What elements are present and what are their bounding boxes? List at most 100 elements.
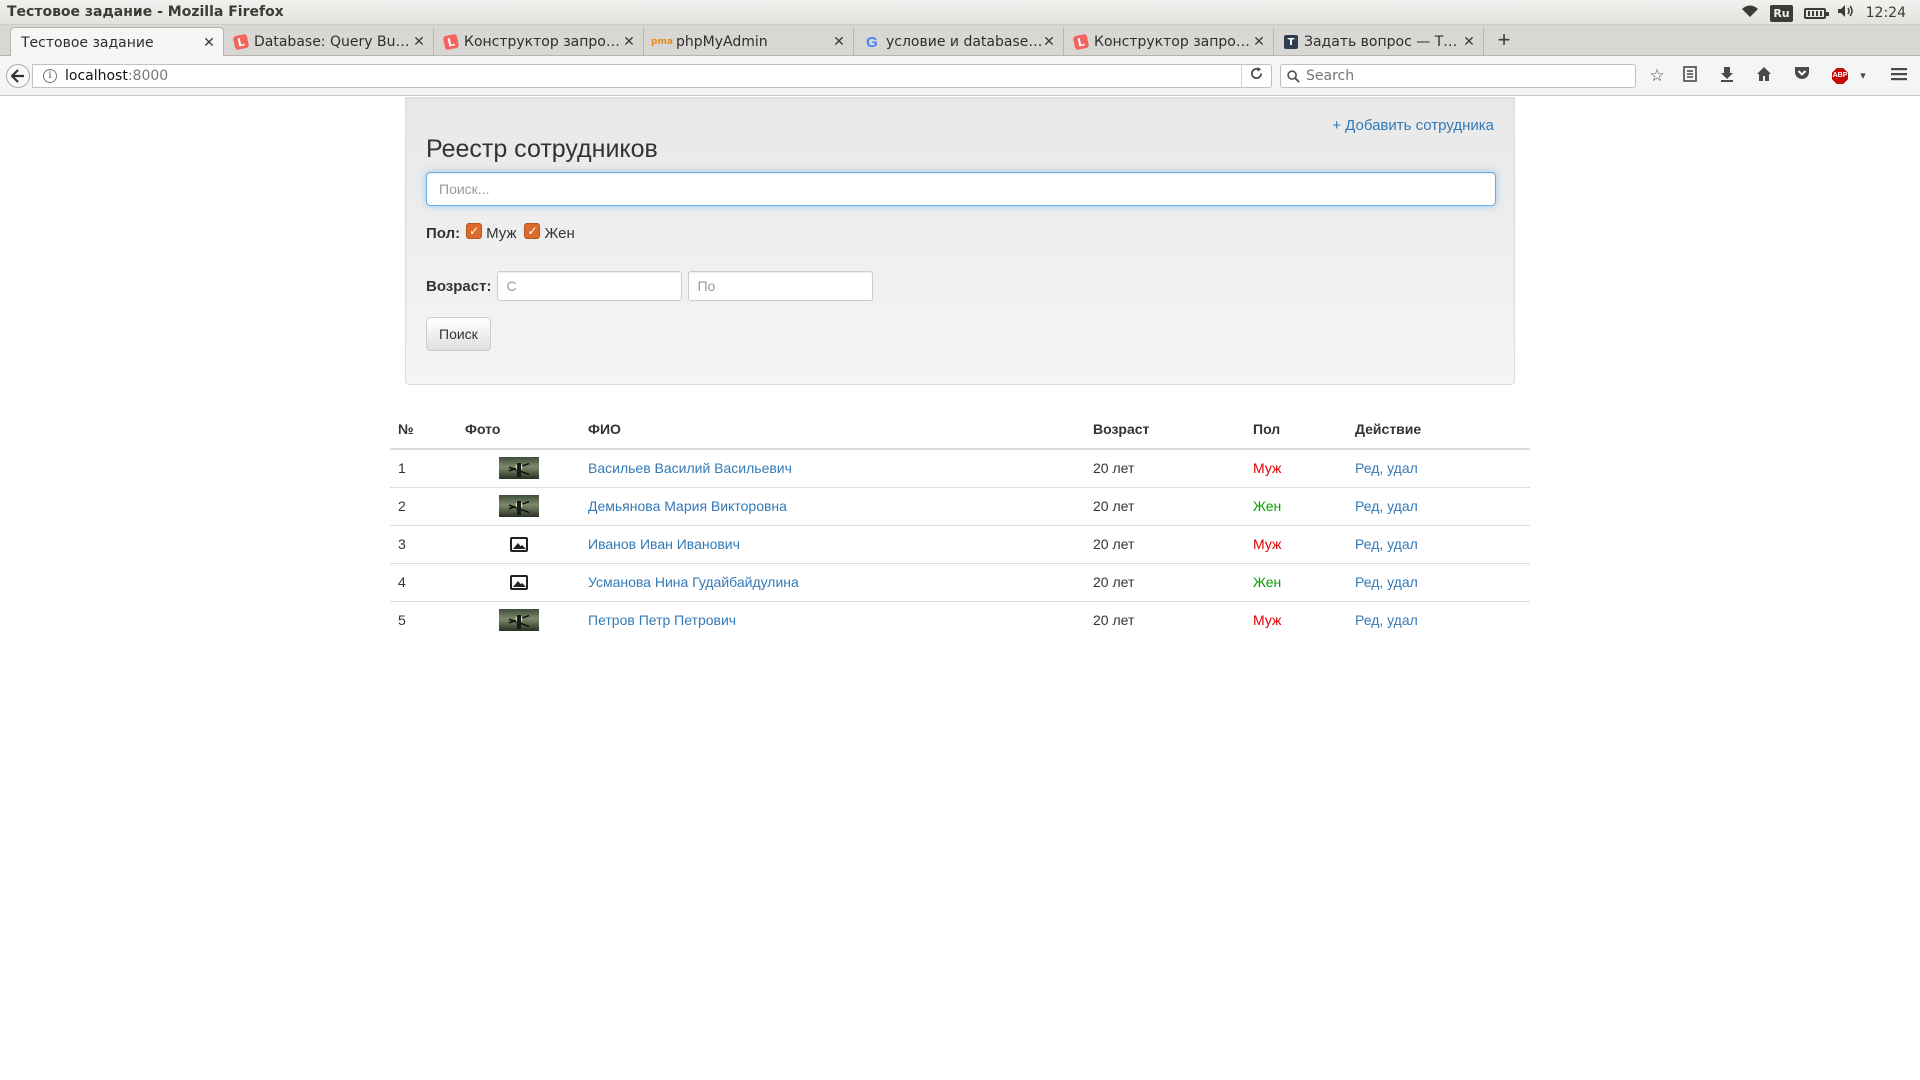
tab-label: Конструктор запро… — [464, 34, 620, 50]
gender-label: Пол: — [426, 225, 461, 242]
employee-sex: Жен — [1245, 562, 1347, 601]
edit-delete-link[interactable]: Ред, удал — [1355, 574, 1418, 590]
bookmark-star-icon[interactable]: ☆ — [1646, 66, 1668, 86]
back-button[interactable] — [6, 64, 30, 88]
close-tab-icon[interactable]: ✕ — [201, 35, 217, 51]
edit-delete-link[interactable]: Ред, удал — [1355, 498, 1418, 514]
adblock-plus-icon[interactable]: ABP — [1832, 68, 1848, 84]
tab-3[interactable]: pma phpMyAdmin ✕ — [644, 28, 854, 56]
page-content: + Добавить сотрудника Реестр сотрудников… — [0, 97, 1920, 1080]
new-tab-button[interactable]: + — [1492, 29, 1516, 53]
phpmyadmin-icon: pma — [651, 37, 673, 47]
edit-delete-link[interactable]: Ред, удал — [1355, 536, 1418, 552]
age-filter: Возраст: — [426, 271, 879, 301]
employee-name-link[interactable]: Петров Петр Петрович — [588, 612, 736, 628]
employee-age: 20 лет — [1085, 562, 1245, 601]
close-tab-icon[interactable]: ✕ — [1041, 34, 1057, 50]
employee-age: 20 лет — [1085, 486, 1245, 525]
web-search-bar[interactable]: Search — [1280, 64, 1636, 88]
url-bar[interactable]: i localhost:8000 — [32, 64, 1272, 88]
edit-delete-link[interactable]: Ред, удал — [1355, 460, 1418, 476]
google-icon: G — [866, 33, 878, 51]
chevron-down-icon[interactable]: ▾ — [1852, 66, 1874, 86]
tab-2[interactable]: L Конструктор запро… ✕ — [434, 28, 644, 56]
info-icon[interactable]: i — [43, 69, 57, 83]
table-row: 5 Петров Петр Петрович 20 лет Муж Ред, у… — [390, 600, 1530, 639]
tab-1[interactable]: L Database: Query Bu… ✕ — [224, 28, 434, 56]
download-icon[interactable] — [1716, 66, 1738, 86]
employee-sex: Муж — [1245, 524, 1347, 563]
employee-name-link[interactable]: Усманова Нина Гудайбайдулина — [588, 574, 799, 590]
employee-sex: Муж — [1253, 460, 1282, 477]
page-title: Реестр сотрудников — [426, 135, 658, 163]
reload-icon — [1251, 67, 1262, 79]
url-port: :8000 — [127, 68, 169, 84]
volume-icon[interactable] — [1837, 4, 1855, 22]
close-tab-icon[interactable]: ✕ — [1461, 34, 1477, 50]
home-icon[interactable] — [1753, 66, 1775, 86]
header-name: ФИО — [580, 409, 1085, 450]
laravel-icon: L — [442, 33, 460, 51]
hamburger-menu-icon[interactable] — [1888, 66, 1910, 86]
battery-icon[interactable] — [1803, 7, 1829, 19]
employee-sex: Жен — [1245, 486, 1347, 525]
image-placeholder-icon[interactable] — [509, 537, 528, 553]
female-checkbox-label[interactable]: Жен — [544, 225, 574, 242]
tab-4[interactable]: G условие и database… ✕ — [854, 28, 1064, 56]
pocket-icon[interactable] — [1791, 66, 1813, 86]
close-tab-icon[interactable]: ✕ — [831, 34, 847, 50]
system-tray: Ru 12:24 — [1741, 2, 1906, 24]
row-number: 2 — [390, 486, 457, 525]
female-checkbox[interactable]: ✓ — [524, 222, 541, 239]
photo-cell — [457, 449, 580, 487]
image-placeholder-icon[interactable] — [509, 575, 528, 591]
employee-photo[interactable] — [498, 609, 539, 632]
tab-5[interactable]: L Конструктор запро… ✕ — [1064, 28, 1274, 56]
tab-label: Конструктор запро… — [1094, 34, 1250, 50]
reading-list-icon[interactable] — [1679, 66, 1701, 86]
header-number: № — [390, 409, 457, 450]
reload-button[interactable] — [1241, 65, 1271, 87]
clock[interactable]: 12:24 — [1866, 5, 1906, 21]
employee-sex: Муж — [1245, 600, 1347, 639]
keyboard-layout-indicator[interactable]: Ru — [1770, 4, 1793, 22]
gender-filter: Пол: ✓ Муж ✓ Жен — [426, 222, 583, 242]
employee-name-link[interactable]: Демьянова Мария Викторовна — [588, 498, 787, 514]
table-row: 3 Иванов Иван Иванович 20 лет Муж Ред, у… — [390, 524, 1530, 563]
back-arrow-icon — [11, 69, 24, 83]
nav-bar: i localhost:8000 Search ☆ ABP ▾ — [0, 56, 1920, 96]
tab-label: Задать вопрос — T… — [1304, 34, 1458, 50]
toster-icon: T — [1284, 35, 1298, 49]
tab-label: Тестовое задание — [21, 34, 154, 51]
header-photo: Фото — [457, 409, 580, 450]
header-age: Возраст — [1085, 409, 1245, 450]
search-button[interactable]: Поиск — [426, 317, 491, 351]
male-checkbox[interactable]: ✓ — [466, 222, 483, 239]
row-number: 3 — [390, 524, 457, 563]
close-tab-icon[interactable]: ✕ — [411, 34, 427, 50]
age-to-input[interactable] — [688, 271, 874, 301]
tab-6[interactable]: T Задать вопрос — T… ✕ — [1274, 28, 1484, 56]
wifi-icon[interactable] — [1741, 4, 1759, 22]
url-text[interactable]: localhost:8000 — [65, 68, 168, 84]
window-title: Тестовое задание - Mozilla Firefox — [7, 4, 284, 20]
add-employee-link[interactable]: + Добавить сотрудника — [1332, 117, 1494, 134]
employee-age: 20 лет — [1093, 460, 1135, 477]
search-input[interactable] — [426, 172, 1496, 206]
edit-delete-link[interactable]: Ред, удал — [1355, 612, 1418, 628]
tab-0[interactable]: Тестовое задание ✕ — [10, 27, 224, 57]
window-titlebar: Тестовое задание - Mozilla Firefox Ru 12… — [0, 0, 1920, 25]
table-row: 2 Демьянова Мария Викторовна 20 лет Жен … — [390, 486, 1530, 525]
laravel-icon: L — [232, 33, 250, 51]
filter-panel: + Добавить сотрудника Реестр сотрудников… — [405, 97, 1515, 385]
employee-name-link[interactable]: Иванов Иван Иванович — [588, 536, 740, 552]
male-checkbox-label[interactable]: Муж — [486, 225, 516, 242]
employee-name-link[interactable]: Васильев Василий Васильевич — [588, 460, 792, 476]
employee-photo[interactable] — [498, 457, 539, 480]
employee-photo[interactable] — [498, 495, 539, 517]
close-tab-icon[interactable]: ✕ — [621, 34, 637, 50]
table-row: 1 Васильев Василий Васильевич 20 лет Муж… — [390, 449, 1530, 487]
close-tab-icon[interactable]: ✕ — [1251, 34, 1267, 50]
age-from-input[interactable] — [497, 271, 683, 301]
row-number: 5 — [390, 600, 457, 639]
